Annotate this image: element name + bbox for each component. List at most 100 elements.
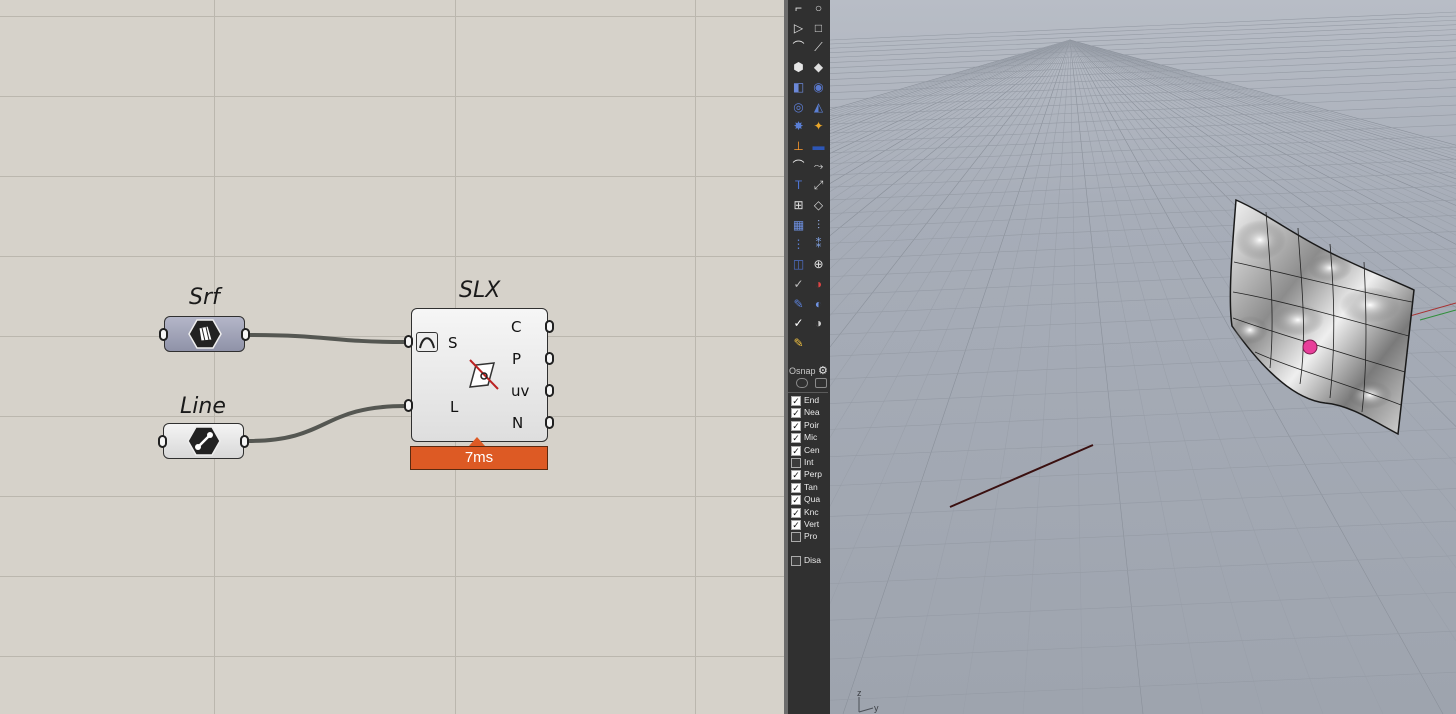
output-c-grip[interactable] (545, 320, 554, 333)
output-uv-grip[interactable] (545, 384, 554, 397)
osnap-checkbox[interactable]: ✓ (791, 408, 801, 419)
eraser-icon[interactable]: ✎ (790, 335, 807, 352)
polygon-icon[interactable]: ⌒ (790, 39, 807, 56)
sphere-icon[interactable]: ◎ (790, 99, 807, 116)
material-icon[interactable]: ◐ (810, 296, 827, 313)
arc-icon[interactable]: ⬢ (790, 59, 807, 76)
osnap-checkbox[interactable]: ✓ (791, 470, 801, 481)
osnap-row[interactable]: Int (791, 457, 831, 469)
rectangle-icon[interactable]: ⟋ (810, 39, 827, 56)
grid-line (830, 428, 1456, 458)
input-l-label: L (450, 398, 459, 416)
osnap-checkbox[interactable]: ✓ (791, 420, 801, 431)
output-n-grip[interactable] (545, 416, 554, 429)
osnap-row[interactable]: ✓ Poir (791, 420, 831, 432)
osnap-disable-label: Disa (804, 555, 822, 565)
line-param[interactable] (163, 423, 244, 459)
grasshopper-canvas[interactable]: Srf Line SLX S L C P uv N 7ms (0, 0, 786, 714)
point-icon[interactable]: ○ (810, 0, 827, 17)
group-icon[interactable]: ⤢ (810, 177, 827, 194)
srf-input-grip[interactable] (159, 328, 168, 341)
input-s-grip[interactable] (404, 335, 413, 348)
osnap-row[interactable]: ✓ Tan (791, 482, 831, 494)
osnap-checkbox[interactable] (791, 532, 801, 543)
grid-icon[interactable]: ✓ (790, 276, 807, 293)
osnap-disable-row[interactable]: Disa (791, 555, 831, 567)
trim-icon[interactable]: ⌒ (790, 158, 807, 175)
box-icon[interactable]: ◉ (810, 79, 827, 96)
join-icon[interactable]: ⤳ (810, 158, 827, 175)
curve-icon[interactable]: ⊞ (790, 197, 807, 214)
boolean-icon[interactable]: ✸ (790, 118, 807, 135)
cylinder-icon[interactable]: ◭ (810, 99, 827, 116)
osnap-row[interactable]: ✓ Cen (791, 445, 831, 457)
check-icon[interactable]: ✓ (790, 315, 807, 332)
grid-line (830, 29, 1456, 58)
grid-line (830, 630, 1456, 660)
osnap-checkbox[interactable]: ✓ (791, 433, 801, 444)
osnap-row[interactable]: ✓ Vert (791, 519, 831, 531)
wire-line-to-l (247, 404, 407, 443)
osnap-label: End (804, 395, 820, 405)
osnap-checkbox[interactable] (791, 458, 801, 468)
osnap-label: Nea (804, 407, 820, 418)
osnap-checkbox[interactable]: ✓ (791, 495, 801, 506)
osnap-filter-icon[interactable] (815, 378, 827, 388)
srf-param[interactable] (164, 316, 245, 352)
gear-icon[interactable]: ⚙ (818, 364, 828, 377)
output-p-label: P (512, 350, 522, 368)
osnap-label: Int (804, 457, 814, 467)
grid-line (830, 457, 1456, 487)
divider (788, 392, 828, 393)
line-param-nickname: Line (180, 394, 226, 419)
osnap-row[interactable]: Pro (791, 531, 831, 543)
osnap-checkbox[interactable]: ✓ (791, 482, 801, 493)
scale-icon[interactable]: ⫶ (810, 217, 827, 234)
line-curve (949, 444, 1094, 508)
osnap-row[interactable]: ✓ Nea (791, 407, 831, 419)
input-l-grip[interactable] (404, 399, 413, 412)
osnap-disable-checkbox[interactable] (791, 556, 801, 566)
point-cloud-icon[interactable]: T (790, 177, 807, 194)
split-icon[interactable]: ▬ (810, 138, 827, 155)
axis-widget-icon (858, 697, 874, 713)
mesh-icon[interactable]: ◫ (790, 256, 807, 273)
grid-line (830, 520, 1456, 550)
offset-icon[interactable]: ◇ (810, 197, 827, 214)
gumball-icon[interactable]: ⊕ (810, 256, 827, 273)
osnap-row[interactable]: ✓ End (791, 395, 831, 407)
osnap-row[interactable]: ✓ Knc (791, 507, 831, 519)
srf-output-grip[interactable] (241, 328, 250, 341)
explode-icon[interactable]: ⊥ (790, 138, 807, 155)
grid-line (830, 171, 1456, 201)
polyline-icon[interactable]: ⌐ (790, 0, 807, 17)
output-p-grip[interactable] (545, 352, 554, 365)
array-icon[interactable]: ⋮ (790, 236, 807, 253)
rhino-toolbar: ⌐ ○ ▷ □ ⌒ ⟋ ⬢ ◆ ◧ ◉ ◎ ◭ ✸ ✦ ⊥ ▬ ⌒ ⤳ T ⤢ ⊞ ◇ ▦ ⫶ ⋮ ⁑ ◫ ⊕ ✓ ◑ ✎ ◐ ✓ ◑ ✎ (788, 0, 830, 714)
render-icon[interactable]: ✎ (790, 296, 807, 313)
extrude-icon[interactable]: ◧ (790, 79, 807, 96)
osnap-checkbox[interactable]: ✓ (791, 396, 801, 406)
srf-param-nickname: Srf (189, 285, 220, 310)
line-input-grip[interactable] (158, 435, 167, 448)
line-output-grip[interactable] (240, 435, 249, 448)
filter-icon[interactable]: ◑ (810, 276, 827, 293)
osnap-row[interactable]: ✓ Mic (791, 432, 831, 444)
circle-icon[interactable]: ▷ (790, 20, 807, 37)
fillet-icon[interactable]: ◆ (810, 59, 827, 76)
text-icon[interactable]: ▦ (790, 217, 807, 234)
grid-line (830, 488, 1456, 517)
perspective-viewport[interactable]: z y (830, 0, 1456, 714)
surface-param-icon (416, 332, 438, 352)
blend-icon[interactable]: ✦ (810, 118, 827, 135)
ellipse-icon[interactable]: □ (810, 20, 827, 37)
osnap-row[interactable]: ✓ Qua (791, 494, 831, 506)
osnap-checkbox[interactable]: ✓ (791, 445, 801, 456)
osnap-row[interactable]: ✓ Perp (791, 469, 831, 481)
analyze-icon[interactable]: ◑ (810, 315, 827, 332)
transform-icon[interactable]: ⁑ (810, 236, 827, 253)
osnap-checkbox[interactable]: ✓ (791, 520, 801, 530)
output-n-label: N (512, 414, 524, 432)
osnap-checkbox[interactable]: ✓ (791, 507, 801, 518)
osnap-mode-icon[interactable] (796, 378, 808, 388)
